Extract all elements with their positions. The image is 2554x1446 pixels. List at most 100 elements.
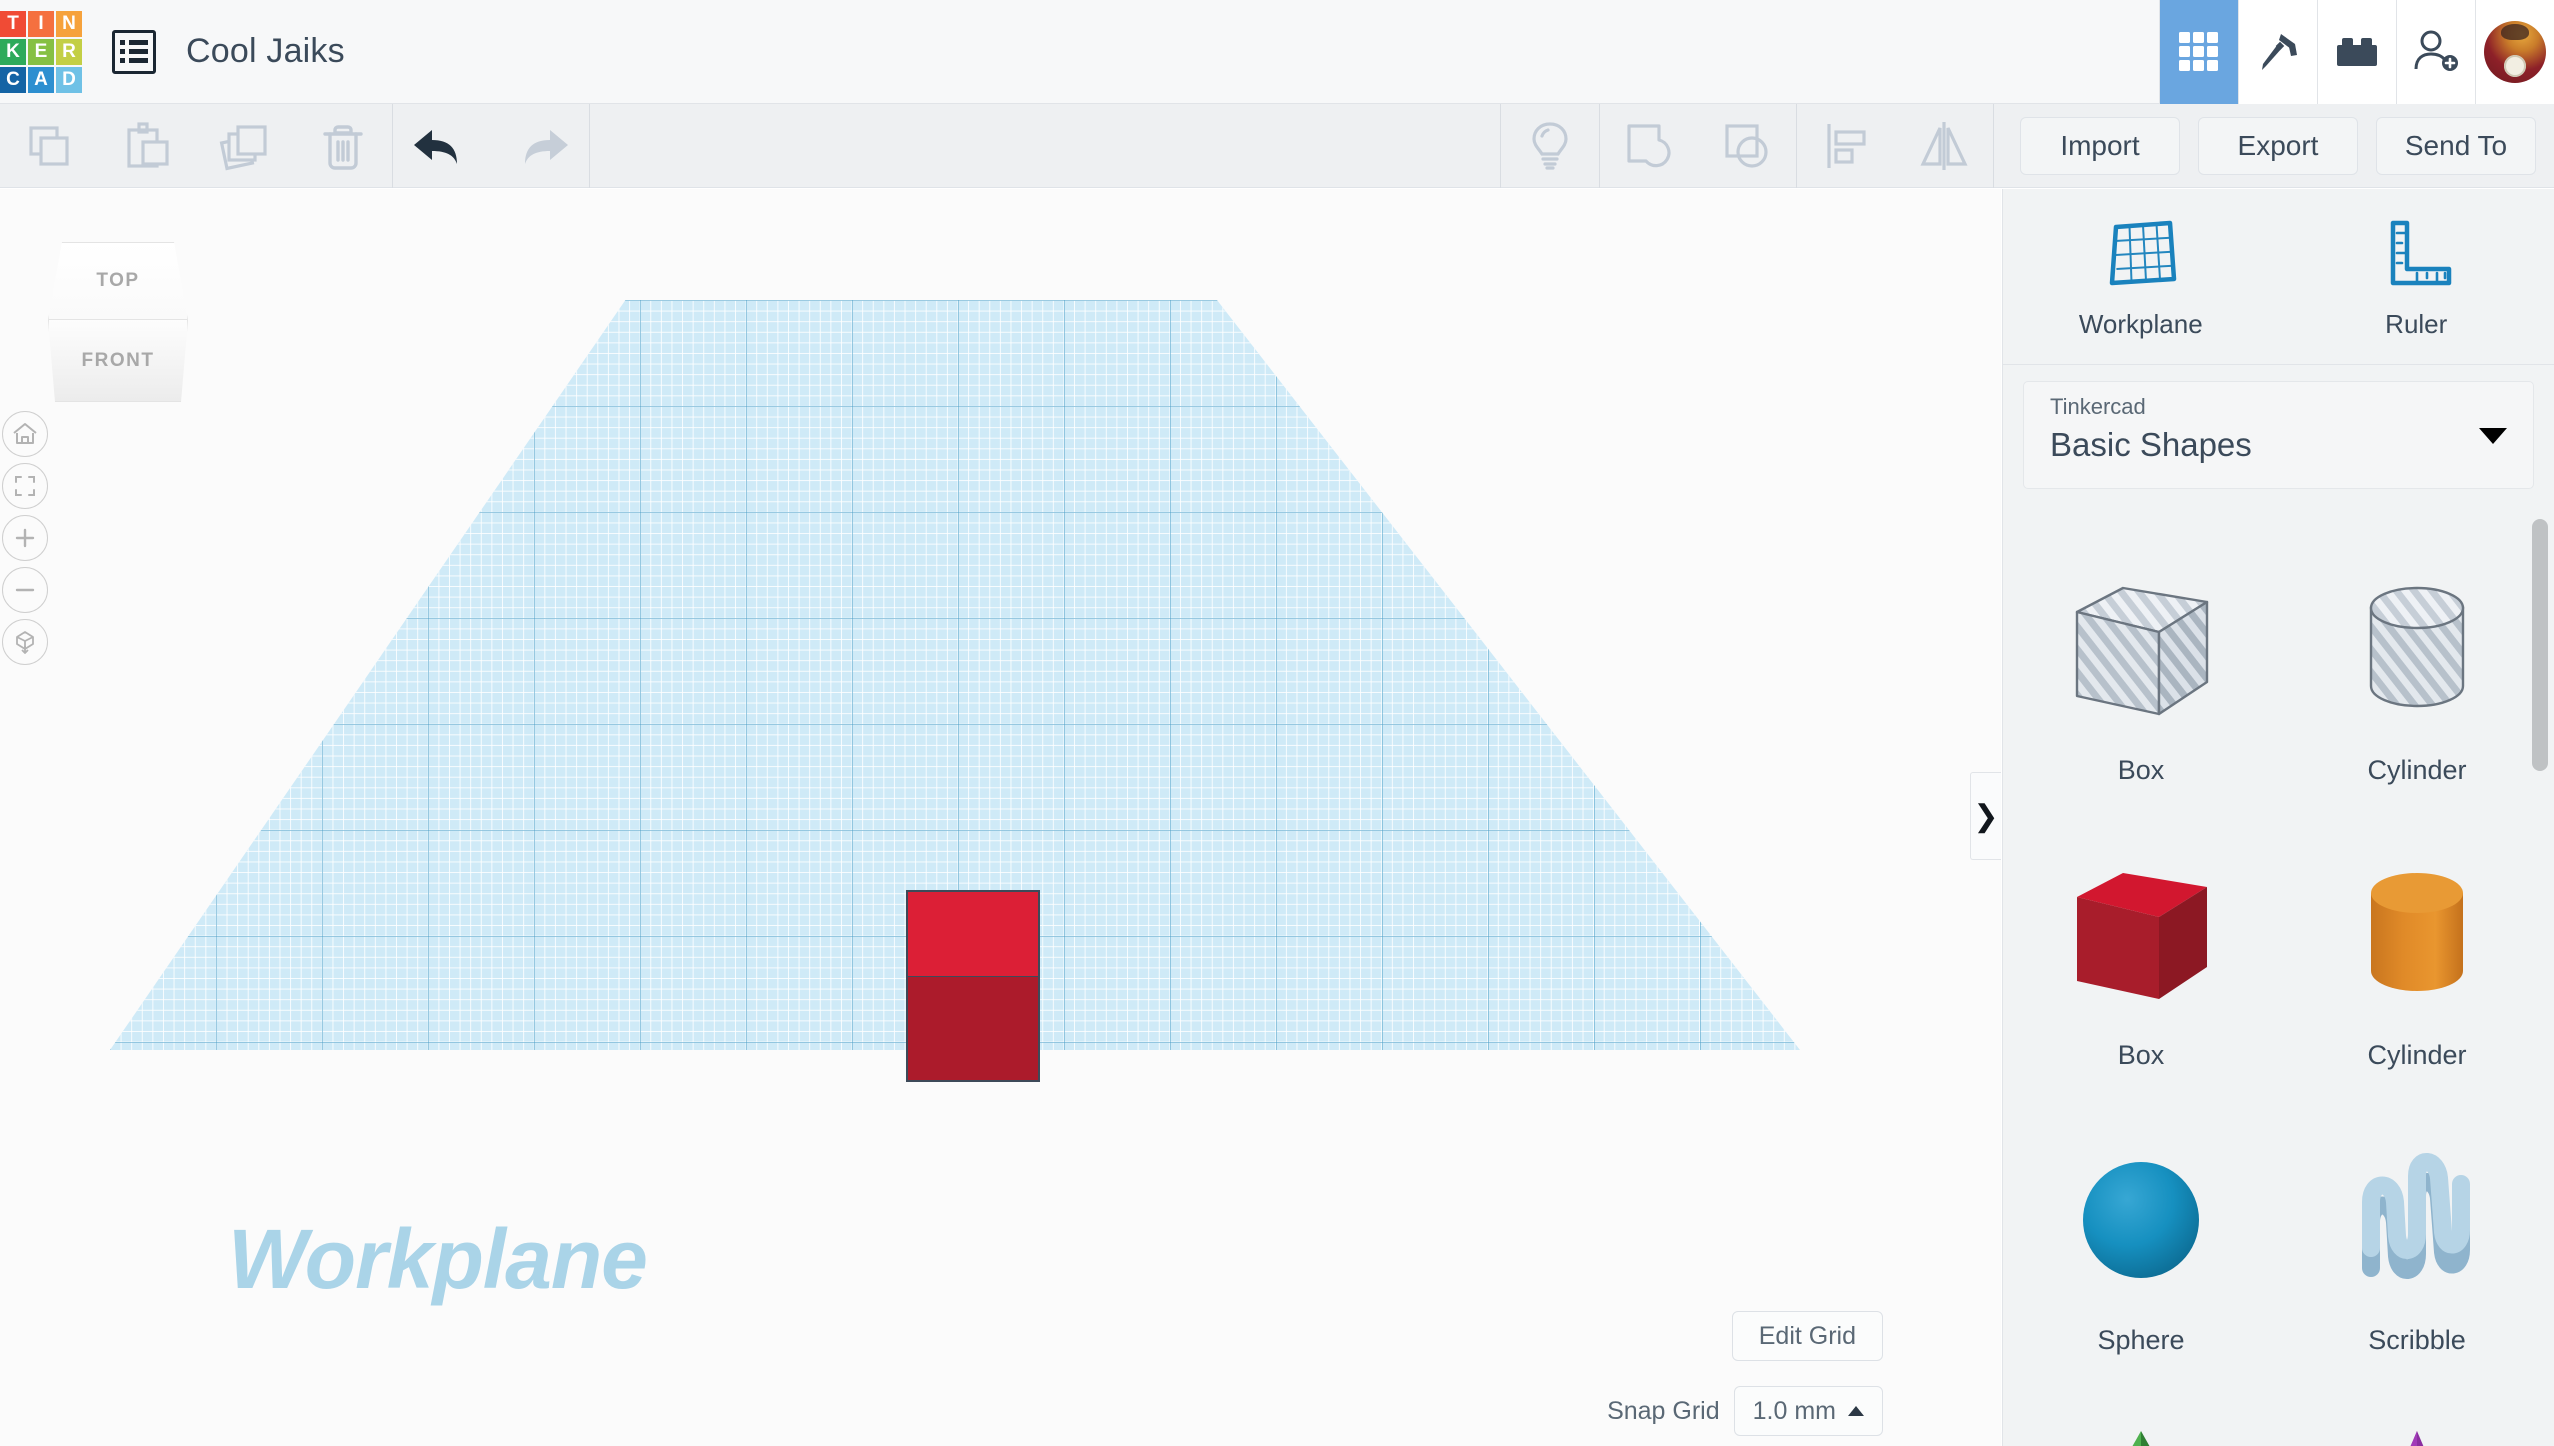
shape-item-pyramid-partial[interactable] — [2003, 1388, 2279, 1446]
export-button[interactable]: Export — [2198, 116, 2358, 175]
shape-row — [2003, 1388, 2554, 1446]
lego-brick-icon[interactable] — [2317, 0, 2396, 104]
shape-label: Cylinder — [2367, 1040, 2467, 1070]
shape-library-source: Tinkercad — [2050, 394, 2146, 419]
list-menu-icon[interactable] — [112, 29, 156, 74]
ruler-tool[interactable]: Ruler — [2279, 213, 2554, 340]
shape-row: Box Cylinder — [2003, 818, 2554, 1103]
copy-icon[interactable] — [0, 104, 98, 188]
undo-icon[interactable] — [393, 104, 491, 188]
3d-canvas[interactable]: Workplane TOP FRONT Edit Grid Snap Grid … — [0, 189, 2001, 1446]
redo-icon[interactable] — [491, 104, 589, 188]
blocks-grid-icon[interactable] — [2159, 0, 2238, 104]
tinkercad-logo[interactable]: TIN KER CAD — [0, 10, 82, 93]
undo-glyph — [414, 129, 457, 164]
shape-library-dropdown[interactable]: Tinkercad Basic Shapes — [2023, 381, 2534, 489]
sphere-icon — [2083, 1162, 2199, 1278]
align-tool-group — [1797, 104, 1993, 188]
menu-line — [129, 58, 148, 63]
navigation-buttons — [2, 411, 48, 671]
add-person-icon[interactable] — [2396, 0, 2475, 104]
import-button[interactable]: Import — [2020, 116, 2180, 175]
minus-glyph — [15, 588, 35, 592]
home-view-icon[interactable] — [2, 411, 48, 457]
caret-up-icon — [1848, 1406, 1864, 1416]
shape-row: Box Cylinder — [2003, 533, 2554, 818]
zoom-out-icon[interactable] — [2, 567, 48, 613]
ortho-cube-glyph — [16, 631, 34, 654]
shape-art — [2061, 1406, 2221, 1446]
logo-tile-t: T — [0, 10, 26, 37]
view-cube-top-face[interactable]: TOP — [48, 242, 188, 320]
file-actions-group: Import Export Send To — [2020, 104, 2554, 188]
pickaxe-icon[interactable] — [2238, 0, 2317, 104]
menu-dot — [120, 58, 125, 63]
logo-tile-k: K — [0, 38, 26, 65]
shape-art — [2337, 836, 2497, 1036]
shape-item-scribble[interactable]: Scribble — [2279, 1103, 2554, 1388]
delete-icon[interactable] — [294, 104, 392, 188]
view-cube-front-face[interactable]: FRONT — [48, 320, 188, 402]
logo-tile-i: I — [28, 10, 54, 37]
shape-item-cone-partial[interactable] — [2279, 1388, 2554, 1446]
shape-item-solid-box[interactable]: Box — [2003, 818, 2279, 1103]
tinkercad-app: TINKERCAD Cool Jaiks Import Export Send … — [0, 0, 2554, 1446]
mirror-icon[interactable] — [1895, 104, 1993, 188]
group-icon[interactable] — [1600, 104, 1698, 188]
snap-grid-value: 1.0 mm — [1752, 1396, 1836, 1425]
fit-to-view-icon[interactable] — [2, 463, 48, 509]
menu-row — [120, 40, 148, 45]
edit-grid-button[interactable]: Edit Grid — [1731, 1311, 1883, 1361]
workplane-watermark: Workplane — [228, 1212, 648, 1306]
align-icon[interactable] — [1797, 104, 1895, 188]
document-title[interactable]: Cool Jaiks — [186, 32, 345, 71]
snap-grid-select[interactable]: 1.0 mm — [1733, 1386, 1883, 1436]
duplicate-icon[interactable] — [196, 104, 294, 188]
shape-item-sphere[interactable]: Sphere — [2003, 1103, 2279, 1388]
edit-toolbar: Import Export Send To — [0, 103, 2554, 188]
menu-dot — [120, 40, 125, 45]
ruler-tool-label: Ruler — [2385, 309, 2448, 339]
view-cube[interactable]: TOP FRONT — [48, 242, 188, 402]
logo-tile-c: C — [0, 66, 26, 93]
ungroup-glyph — [1725, 123, 1768, 168]
shape-item-solid-cylinder[interactable]: Cylinder — [2279, 818, 2554, 1103]
solid-cylinder-icon — [2371, 873, 2463, 991]
lightbulb-glyph — [1532, 121, 1568, 170]
panel-scrollbar[interactable] — [2532, 519, 2548, 1446]
shape-art — [2061, 551, 2221, 751]
menu-dot — [120, 49, 125, 54]
shape-item-hole-cylinder[interactable]: Cylinder — [2279, 533, 2554, 818]
paste-icon[interactable] — [98, 104, 196, 188]
red-box[interactable] — [906, 890, 1040, 1082]
send-to-button[interactable]: Send To — [2376, 116, 2536, 175]
home-glyph — [13, 423, 37, 444]
pickaxe-glyph — [2262, 33, 2297, 70]
orthographic-toggle-icon[interactable] — [2, 619, 48, 665]
logo-tile-d: D — [56, 66, 82, 93]
shape-label: Box — [2117, 755, 2165, 785]
lego-brick-glyph — [2337, 37, 2377, 66]
shape-item-hole-box[interactable]: Box — [2003, 533, 2279, 818]
panel-tools: Workplane Ruler — [2003, 189, 2554, 365]
panel-scroll-thumb[interactable] — [2532, 519, 2548, 771]
logo-tile-e: E — [28, 38, 54, 65]
shape-label: Box — [2117, 1040, 2165, 1070]
menu-row — [120, 49, 148, 54]
pyramid-icon — [2132, 1431, 2150, 1446]
mirror-glyph — [1920, 121, 1968, 170]
workplane-tool[interactable]: Workplane — [2003, 213, 2279, 340]
shape-art — [2061, 1121, 2221, 1321]
align-glyph — [1827, 123, 1866, 168]
view-cube-top-label: TOP — [96, 270, 140, 291]
ungroup-icon[interactable] — [1698, 104, 1796, 188]
lightbulb-icon[interactable] — [1501, 104, 1599, 188]
toolbar-separator — [589, 103, 590, 188]
box-front-face — [906, 976, 1040, 1082]
avatar[interactable] — [2475, 0, 2554, 104]
add-person-glyph — [2414, 30, 2458, 71]
copy-glyph — [29, 125, 69, 166]
panel-collapse-toggle[interactable]: ❯ — [1970, 772, 2001, 860]
shape-label: Cylinder — [2367, 755, 2467, 785]
zoom-in-icon[interactable] — [2, 515, 48, 561]
